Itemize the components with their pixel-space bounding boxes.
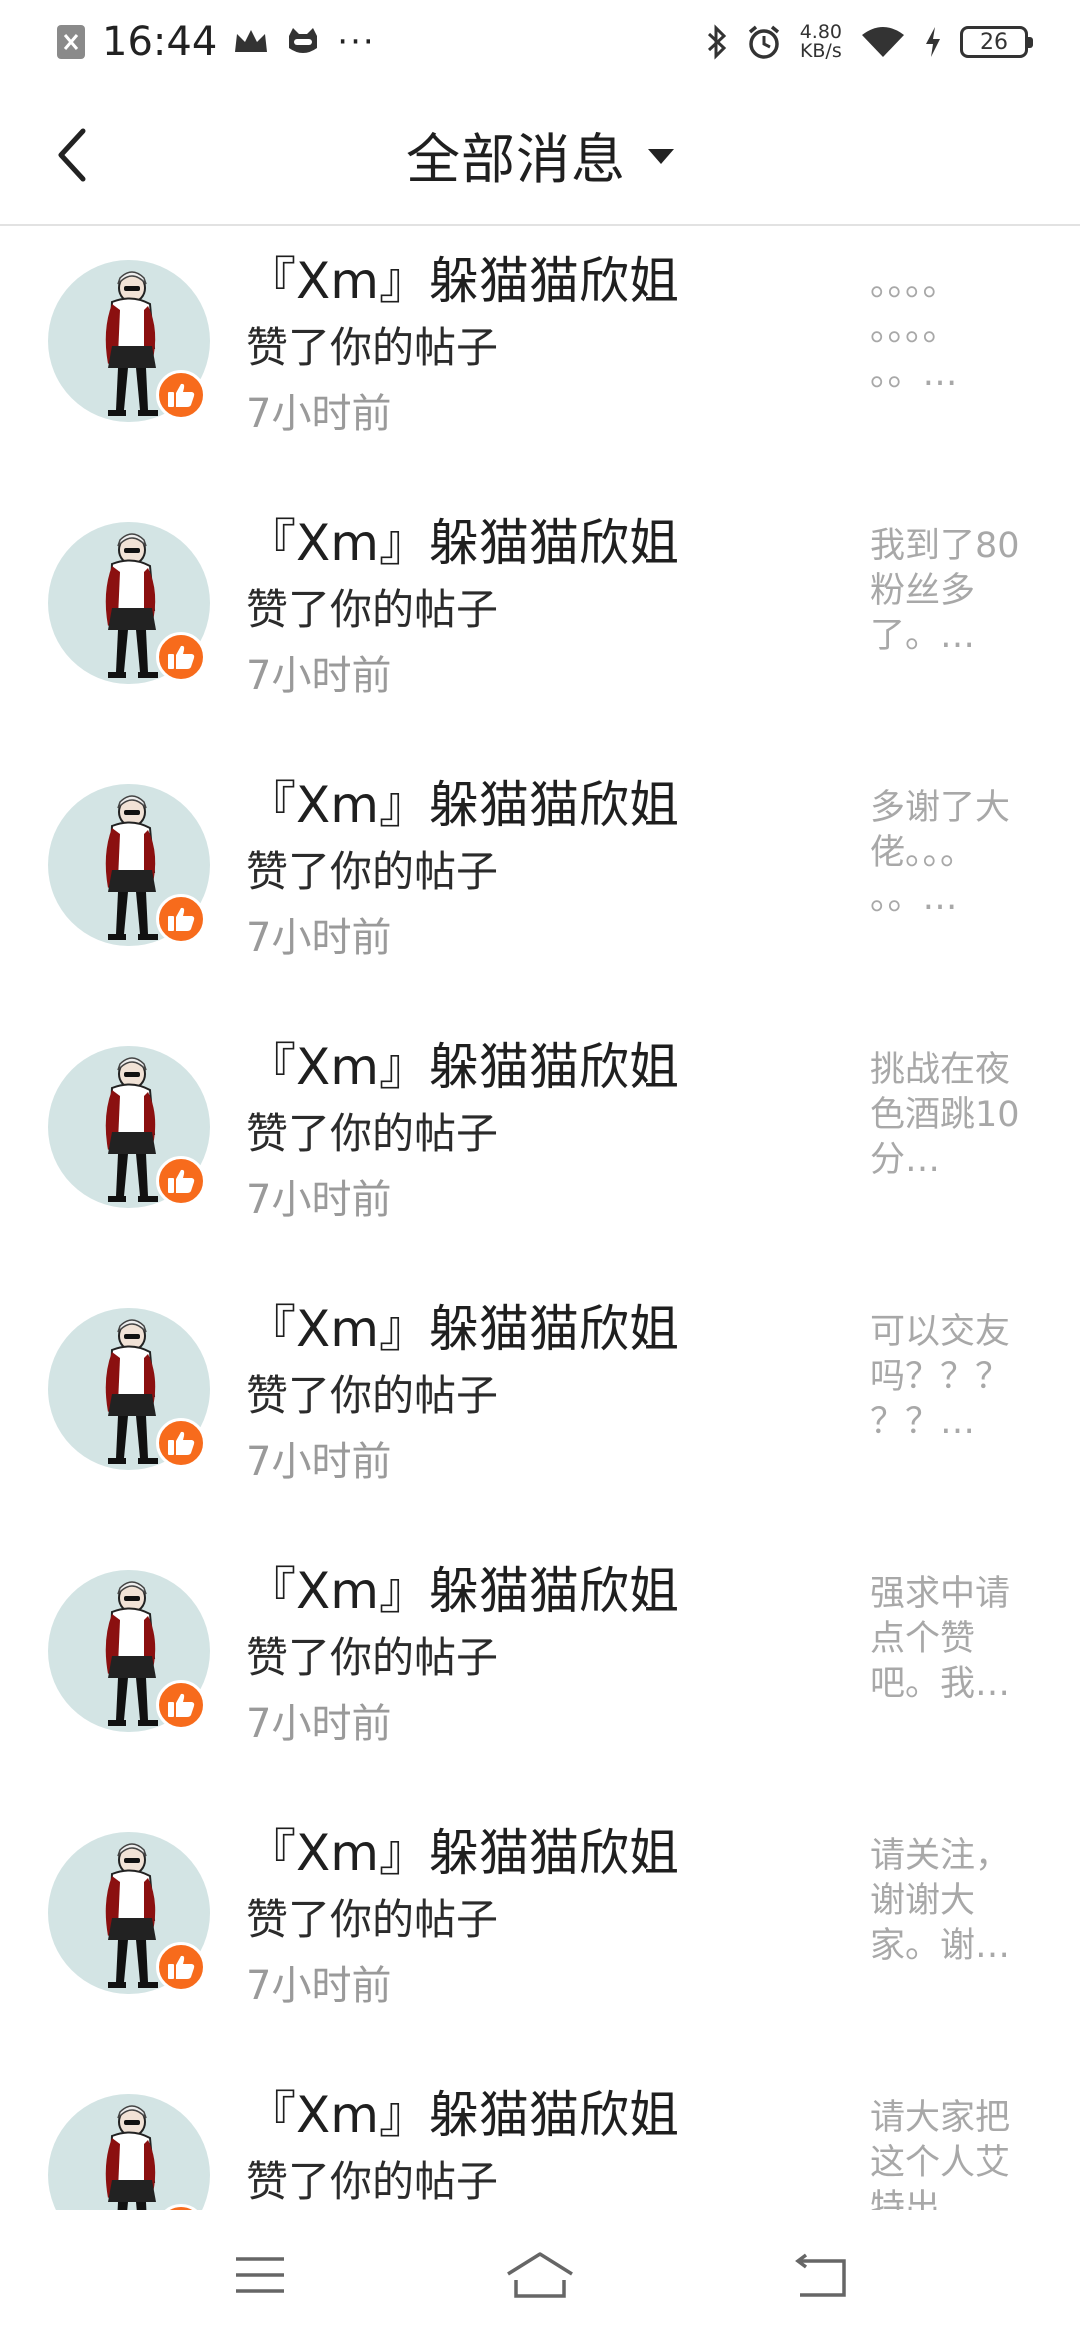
post-snippet[interactable]: 我到了80 粉丝多 了。… — [870, 524, 1042, 659]
list-item[interactable]: 『Xm』躲猫猫欣姐 赞了你的帖子 7小时前 请关注， 谢谢大 家。谢… — [0, 1798, 1080, 2060]
list-item[interactable]: 『Xm』躲猫猫欣姐 赞了你的帖子 7小时前 强求中请 点个赞 吧。我… — [0, 1536, 1080, 1798]
return-icon — [795, 2253, 846, 2297]
action-text: 赞了你的帖子 — [246, 2157, 499, 2206]
post-snippet[interactable]: 多谢了大 佬。。。 。。… — [870, 786, 1042, 921]
action-text: 赞了你的帖子 — [246, 847, 499, 896]
avatar[interactable] — [48, 1570, 210, 1732]
list-item[interactable]: 『Xm』躲猫猫欣姐 赞了你的帖子 请大家把 这个人艾 特出 — [0, 2060, 1080, 2210]
sender-name[interactable]: 『Xm』躲猫猫欣姐 — [246, 1556, 679, 1626]
like-badge — [156, 1418, 206, 1468]
nav-back-button[interactable] — [775, 2230, 865, 2320]
action-text: 赞了你的帖子 — [246, 1633, 499, 1682]
crown-icon — [233, 28, 269, 56]
sender-name[interactable]: 『Xm』躲猫猫欣姐 — [246, 770, 679, 840]
avatar[interactable] — [48, 1046, 210, 1208]
thumbs-up-icon — [168, 1693, 195, 1717]
timestamp: 7小时前 — [246, 1701, 392, 1747]
system-navigation-bar — [0, 2210, 1080, 2340]
status-left: 16:44 ··· — [56, 19, 392, 65]
bluetooth-icon — [706, 24, 728, 60]
wifi-icon — [860, 25, 906, 59]
thumbs-up-icon — [168, 1431, 195, 1455]
avatar[interactable] — [48, 522, 210, 684]
like-badge — [156, 370, 206, 420]
list-item[interactable]: 『Xm』躲猫猫欣姐 赞了你的帖子 7小时前 多谢了大 佬。。。 。。… — [0, 750, 1080, 1012]
post-snippet[interactable]: 可以交友 吗？？？ ？？… — [870, 1310, 1042, 1445]
list-item[interactable]: 『Xm』躲猫猫欣姐 赞了你的帖子 7小时前 。。。。 。。。。 。。… — [0, 226, 1080, 488]
action-text: 赞了你的帖子 — [246, 1895, 499, 1944]
status-right: 4.80 KB/s 26 — [688, 23, 1033, 61]
battery-icon: 26 — [960, 26, 1033, 58]
post-snippet[interactable]: 。。。。 。。。。 。。… — [870, 262, 1042, 397]
status-time: 16:44 — [102, 19, 218, 65]
home-icon — [507, 2252, 573, 2298]
like-badge — [156, 1156, 206, 1206]
battery-level: 26 — [980, 29, 1008, 55]
more-indicator: ··· — [337, 22, 376, 62]
thumbs-up-icon — [168, 383, 195, 407]
timestamp: 7小时前 — [246, 1963, 392, 2009]
sender-name[interactable]: 『Xm』躲猫猫欣姐 — [246, 2080, 679, 2150]
list-item[interactable]: 『Xm』躲猫猫欣姐 赞了你的帖子 7小时前 挑战在夜 色酒跳10 分… — [0, 1012, 1080, 1274]
message-list[interactable]: 『Xm』躲猫猫欣姐 赞了你的帖子 7小时前 。。。。 。。。。 。。… 『Xm』… — [0, 226, 1080, 2210]
network-speed: 4.80 KB/s — [800, 23, 842, 61]
post-snippet[interactable]: 强求中请 点个赞 吧。我… — [870, 1572, 1042, 1707]
network-speed-unit: KB/s — [799, 40, 842, 62]
notification-icon — [56, 24, 86, 60]
avatar[interactable] — [48, 1832, 210, 1994]
avatar[interactable] — [48, 1308, 210, 1470]
timestamp: 7小时前 — [246, 1177, 392, 1223]
action-text: 赞了你的帖子 — [246, 1371, 499, 1420]
like-badge — [156, 894, 206, 944]
post-snippet[interactable]: 挑战在夜 色酒跳10 分… — [870, 1048, 1042, 1183]
nav-home-button[interactable] — [495, 2230, 585, 2320]
like-badge — [156, 1680, 206, 1730]
header: 全部消息 — [0, 84, 1080, 226]
nav-menu-button[interactable] — [215, 2230, 305, 2320]
page-title[interactable]: 全部消息 — [406, 115, 626, 194]
thumbs-up-icon — [168, 907, 195, 931]
cat-app-icon — [285, 26, 321, 58]
thumbs-up-icon — [168, 1169, 195, 1193]
sender-name[interactable]: 『Xm』躲猫猫欣姐 — [246, 246, 679, 316]
sender-name[interactable]: 『Xm』躲猫猫欣姐 — [246, 508, 679, 578]
triangle-down-icon[interactable] — [648, 148, 674, 164]
post-snippet[interactable]: 请关注， 谢谢大 家。谢… — [870, 1834, 1042, 1969]
action-text: 赞了你的帖子 — [246, 323, 499, 372]
avatar[interactable] — [48, 260, 210, 422]
timestamp: 7小时前 — [246, 391, 392, 437]
thumbs-up-icon — [168, 1955, 195, 1979]
timestamp: 7小时前 — [246, 653, 392, 699]
sender-name[interactable]: 『Xm』躲猫猫欣姐 — [246, 1818, 679, 1888]
like-badge — [156, 632, 206, 682]
timestamp: 7小时前 — [246, 915, 392, 961]
charging-icon — [924, 26, 942, 58]
menu-icon — [236, 2257, 284, 2293]
list-item[interactable]: 『Xm』躲猫猫欣姐 赞了你的帖子 7小时前 我到了80 粉丝多 了。… — [0, 488, 1080, 750]
avatar-figure-image — [105, 2105, 156, 2210]
sender-name[interactable]: 『Xm』躲猫猫欣姐 — [246, 1032, 679, 1102]
action-text: 赞了你的帖子 — [246, 585, 499, 634]
avatar[interactable] — [48, 784, 210, 946]
thumbs-up-icon — [168, 645, 195, 669]
post-snippet[interactable]: 请大家把 这个人艾 特出 — [870, 2096, 1042, 2210]
avatar[interactable] — [48, 2094, 210, 2210]
list-item[interactable]: 『Xm』躲猫猫欣姐 赞了你的帖子 7小时前 可以交友 吗？？？ ？？… — [0, 1274, 1080, 1536]
alarm-icon — [746, 24, 782, 60]
message-filter-dropdown[interactable]: 全部消息 — [0, 84, 1080, 224]
like-badge — [156, 1942, 206, 1992]
sender-name[interactable]: 『Xm』躲猫猫欣姐 — [246, 1294, 679, 1364]
action-text: 赞了你的帖子 — [246, 1109, 499, 1158]
status-bar: 16:44 ··· 4.80 KB/s 26 — [0, 0, 1080, 84]
timestamp: 7小时前 — [246, 1439, 392, 1485]
